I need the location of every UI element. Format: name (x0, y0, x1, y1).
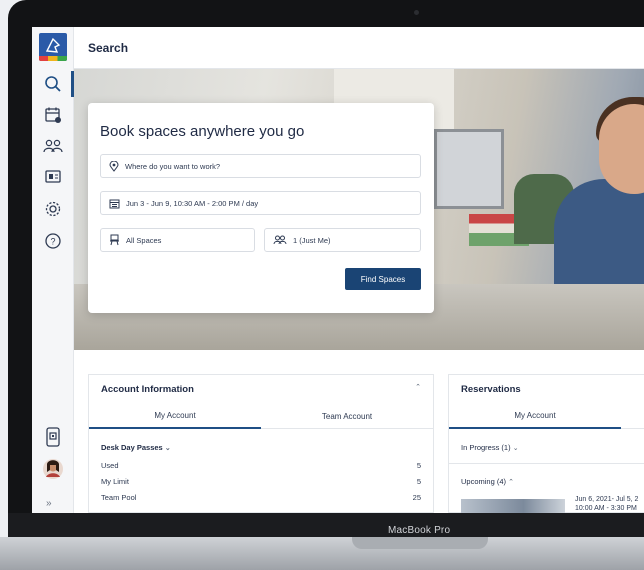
space-type-select[interactable]: All Spaces (100, 228, 255, 252)
qr-checkin-icon[interactable] (41, 425, 65, 449)
date-time-field[interactable]: Jun 3 - Jun 9, 10:30 AM - 2:00 PM / day (100, 191, 421, 215)
tab-my-account[interactable]: My Account (89, 403, 261, 429)
reservation-thumbnail[interactable] (461, 499, 565, 513)
upcoming-toggle[interactable]: Upcoming (4) ⌃ (461, 477, 514, 486)
location-pin-icon (109, 160, 119, 172)
camera (414, 10, 419, 15)
upcoming-label: Upcoming (4) (461, 477, 507, 486)
app-logo[interactable] (39, 33, 67, 61)
reservation-date: Jun 6, 2021- Jul 5, 2 (575, 496, 639, 503)
row-label: My Limit (101, 477, 129, 486)
desk-chair-icon (110, 234, 119, 246)
location-input[interactable]: Where do you want to work? (100, 154, 421, 178)
desk-day-passes-toggle[interactable]: Desk Day Passes ⌄ (101, 443, 171, 452)
expand-sidebar-icon[interactable]: » (46, 498, 52, 509)
user-avatar[interactable] (41, 457, 65, 481)
chevron-down-icon: ⌄ (512, 445, 519, 452)
help-icon[interactable]: ? (41, 229, 65, 253)
reservations-title: Reservations (461, 384, 521, 395)
find-spaces-button[interactable]: Find Spaces (345, 268, 421, 290)
chevron-down-icon: ⌄ (164, 445, 171, 452)
laptop-notch (352, 537, 488, 549)
row-label: Team Pool (101, 493, 137, 502)
calendar-check-icon[interactable] (41, 103, 65, 127)
page-title: Search (88, 41, 129, 55)
space-type-value: All Spaces (126, 235, 162, 245)
chevron-up-icon: ⌃ (508, 479, 514, 486)
people-small-icon (273, 235, 287, 245)
attendees-value: 1 (Just Me) (293, 235, 331, 245)
desk-day-passes-label: Desk Day Passes (101, 443, 163, 452)
row-value: 5 (416, 461, 421, 470)
collapse-chevron-icon[interactable]: ⌃ (415, 383, 421, 391)
location-placeholder: Where do you want to work? (125, 161, 221, 171)
app-screen: ? » Search Book spaces anywhere you go W… (32, 27, 644, 513)
laptop-base (0, 537, 644, 570)
top-bar: Search (74, 27, 644, 69)
tab-reservations-my-account[interactable]: My Account (449, 403, 621, 429)
people-icon[interactable] (41, 134, 65, 158)
booking-card: Book spaces anywhere you go Where do you… (88, 103, 434, 313)
account-tabs: My Account Team Account (89, 403, 433, 429)
reservations-panel: Reservations My Account In Progress (1) … (448, 374, 644, 513)
device-label: MacBook Pro (388, 525, 451, 536)
account-info-panel: Account Information ⌃ My Account Team Ac… (88, 374, 434, 513)
reservation-tabs: My Account (449, 403, 644, 429)
date-time-value: Jun 3 - Jun 9, 10:30 AM - 2:00 PM / day (126, 198, 259, 208)
reservation-time: 10:00 AM - 3:30 PM (575, 505, 637, 512)
row-value: 5 (416, 477, 421, 486)
in-progress-toggle[interactable]: In Progress (1) ⌄ (461, 443, 519, 452)
row-value: 25 (412, 493, 421, 502)
account-info-title: Account Information (101, 384, 194, 395)
sidebar: ? » (32, 27, 74, 513)
search-icon[interactable] (41, 72, 65, 96)
in-progress-label: In Progress (1) (461, 443, 511, 452)
divider (449, 463, 644, 464)
booking-title: Book spaces anywhere you go (100, 123, 305, 140)
attendees-select[interactable]: 1 (Just Me) (264, 228, 421, 252)
calendar-icon (109, 199, 120, 208)
svg-text:?: ? (50, 237, 55, 247)
settings-gear-icon[interactable] (41, 197, 65, 221)
laptop-chin (8, 513, 644, 537)
row-label: Used (101, 461, 119, 470)
spaces-icon[interactable] (41, 165, 65, 189)
tab-team-account[interactable]: Team Account (261, 403, 433, 429)
